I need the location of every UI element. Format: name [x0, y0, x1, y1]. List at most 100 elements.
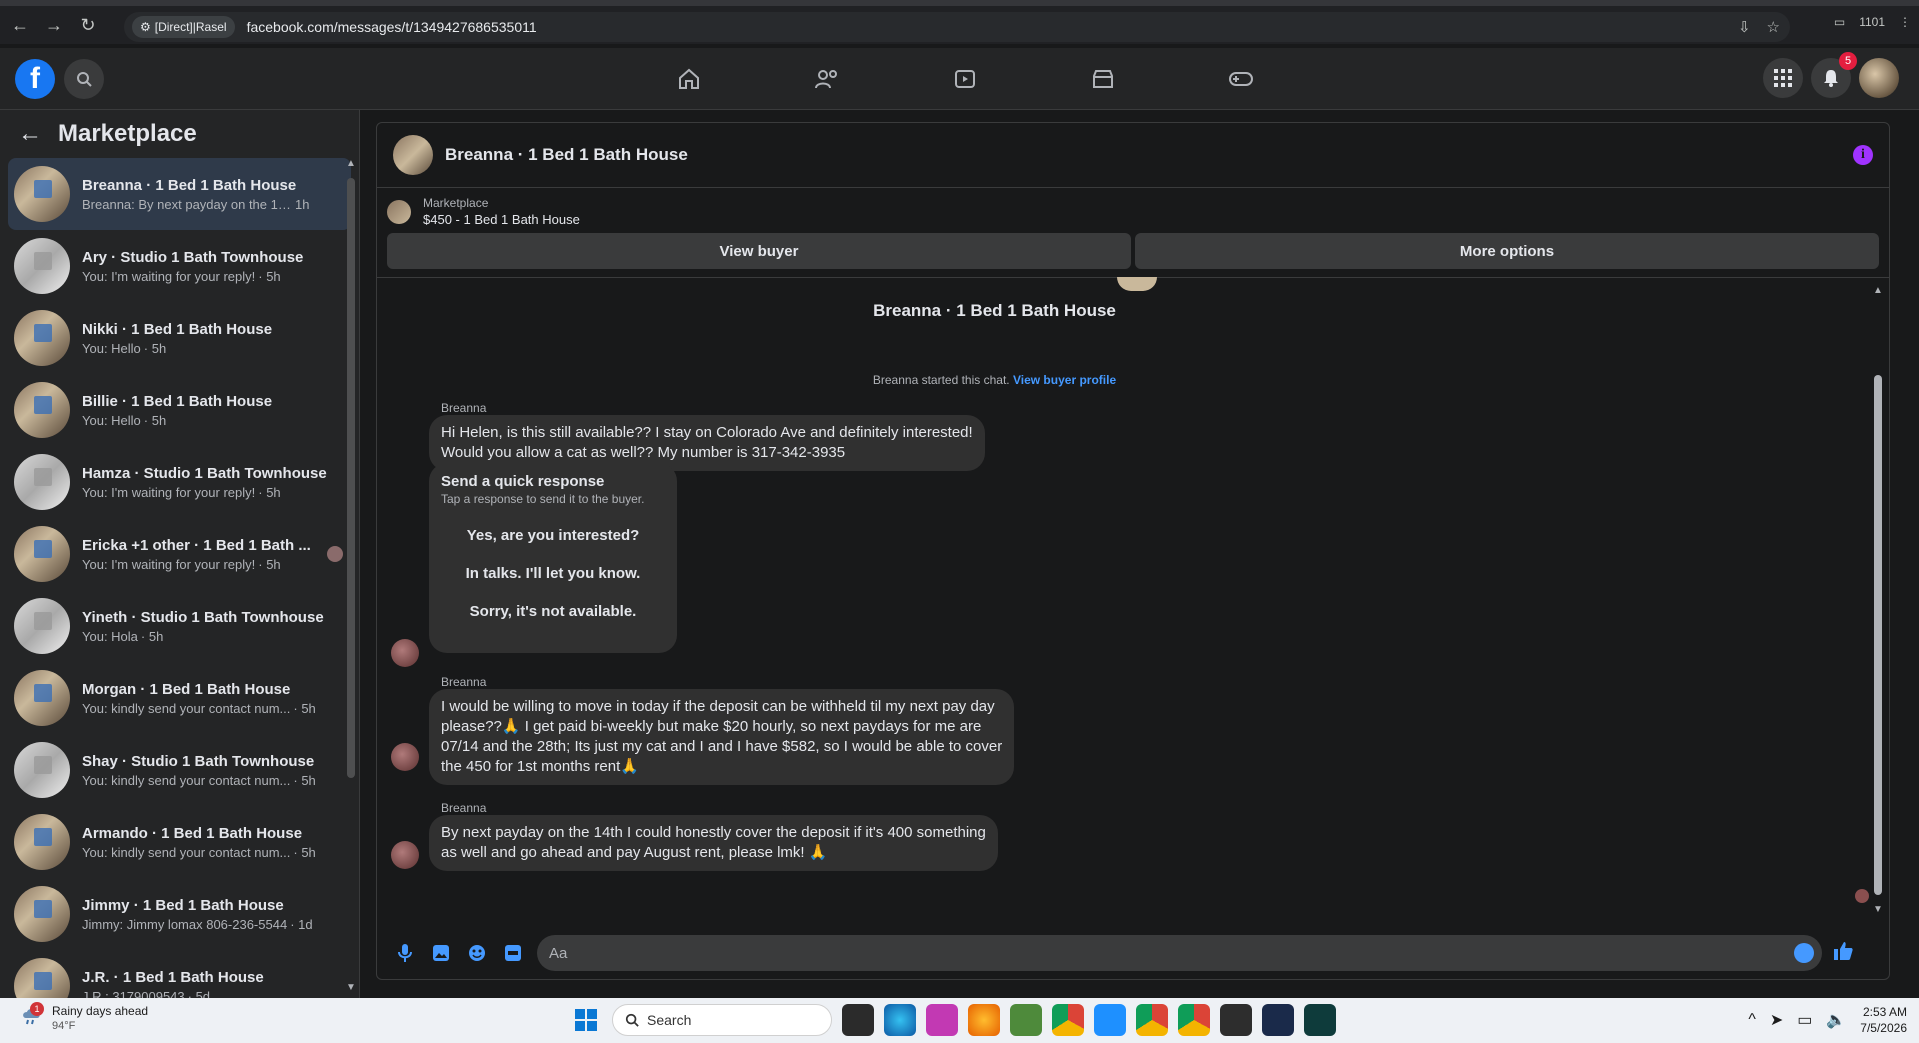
- conversation-snippet: You: kindly send your contact num...: [82, 772, 291, 788]
- extension-counter[interactable]: 1101: [1859, 15, 1885, 29]
- conversation-item[interactable]: Hamza · Studio 1 Bath Townhouse You: I'm …: [8, 446, 351, 518]
- search-icon: [625, 1013, 639, 1027]
- scroll-up-arrow[interactable]: ▲: [1873, 285, 1883, 296]
- menu-kebab-icon[interactable]: ⋮: [1899, 15, 1911, 29]
- facebook-logo[interactable]: f: [15, 59, 55, 99]
- message-input[interactable]: Aa: [537, 935, 1822, 971]
- conversation-sidebar: ← Marketplace Breanna · 1 Bed 1 Bath Hou…: [0, 110, 360, 998]
- buyer-avatar[interactable]: [391, 841, 419, 869]
- browser-toolbar: ← → ↻ ⚙ [Direct]|Rasel facebook.com/messa…: [0, 0, 1919, 44]
- buyer-avatar[interactable]: [391, 743, 419, 771]
- chrome-icon-2[interactable]: [1178, 1004, 1210, 1036]
- conversation-title: Yineth · Studio 1 Bath Townhouse: [82, 608, 324, 626]
- bell-icon[interactable]: 5: [1811, 52, 1857, 98]
- conversation-time: 1h: [295, 196, 310, 212]
- quick-response-option[interactable]: In talks. I'll let you know.: [441, 565, 665, 582]
- gif-icon[interactable]: [495, 935, 531, 971]
- conversation-item[interactable]: J.R. · 1 Bed 1 Bath House J.R.: 317900954…: [8, 950, 351, 998]
- conversation-snippet: Jimmy: Jimmy lomax 806-236-5544: [82, 916, 288, 932]
- firefox-icon[interactable]: [968, 1004, 1000, 1036]
- chat-scrollbar[interactable]: ▲ ▼: [1873, 285, 1883, 915]
- search-icon[interactable]: [64, 59, 104, 99]
- install-icon[interactable]: ⇩: [1738, 18, 1751, 36]
- sticker-icon[interactable]: [459, 935, 495, 971]
- view-buyer-profile-link[interactable]: View buyer profile: [1013, 373, 1116, 387]
- gaming-icon[interactable]: [1172, 48, 1310, 110]
- scroll-down-arrow[interactable]: ▼: [346, 982, 356, 993]
- chat-header-title[interactable]: Breanna · 1 Bed 1 Bath House: [445, 145, 688, 165]
- conversation-item[interactable]: Ericka +1 other · 1 Bed 1 Bath ... You: I…: [8, 518, 351, 590]
- edge-icon[interactable]: [884, 1004, 916, 1036]
- more-options-button[interactable]: More options: [1135, 233, 1879, 269]
- tab-search-icon[interactable]: ▭: [1834, 15, 1845, 29]
- forward-icon[interactable]: →: [40, 11, 68, 39]
- conversation-item[interactable]: Billie · 1 Bed 1 Bath House You: Hello · 5…: [8, 374, 351, 446]
- app-icon-counter-2[interactable]: [1304, 1004, 1336, 1036]
- conversation-time: · 5h: [293, 844, 316, 860]
- script-icon[interactable]: [1094, 1004, 1126, 1036]
- conversation-item[interactable]: Ary · Studio 1 Bath Townhouse You: I'm wa…: [8, 230, 351, 302]
- site-info-chip[interactable]: ⚙ [Direct]|Rasel: [132, 16, 235, 38]
- weather-widget[interactable]: 1 Rainy days ahead 94°F: [20, 1002, 148, 1034]
- reload-icon[interactable]: ↻: [74, 11, 102, 39]
- message-bubble[interactable]: I would be willing to move in today if t…: [429, 689, 1015, 785]
- task-view-icon[interactable]: [842, 1004, 874, 1036]
- chat-header-avatar[interactable]: [393, 135, 433, 175]
- tray-chevron-icon[interactable]: ^: [1748, 1011, 1756, 1029]
- conversation-item[interactable]: Yineth · Studio 1 Bath Townhouse You: Hol…: [8, 590, 351, 662]
- conversation-item[interactable]: Breanna · 1 Bed 1 Bath House Breanna: By …: [8, 158, 351, 230]
- address-bar[interactable]: ⚙ [Direct]|Rasel facebook.com/messages/t/…: [124, 12, 1790, 42]
- listing-avatar: [14, 238, 70, 294]
- friends-icon[interactable]: [758, 48, 896, 110]
- quick-response-option[interactable]: Sorry, it's not available.: [441, 603, 665, 620]
- conversation-snippet: You: Hello: [82, 340, 141, 356]
- scroll-up-arrow[interactable]: ▲: [346, 158, 356, 169]
- view-buyer-button[interactable]: View buyer: [387, 233, 1131, 269]
- chrome-profile-icon[interactable]: [1136, 1004, 1168, 1036]
- conversation-item[interactable]: Jimmy · 1 Bed 1 Bath House Jimmy: Jimmy l…: [8, 878, 351, 950]
- conversation-time: · 5h: [143, 412, 167, 428]
- message-bubble[interactable]: By next payday on the 14th I could hones…: [429, 815, 998, 871]
- app-icon-dark[interactable]: [1220, 1004, 1252, 1036]
- conversation-time: · 5h: [258, 556, 281, 572]
- conversation-item[interactable]: Shay · Studio 1 Bath Townhouse You: kindl…: [8, 734, 351, 806]
- menu-grid-icon[interactable]: [1763, 58, 1803, 98]
- info-icon[interactable]: i: [1853, 145, 1873, 165]
- chrome-icon[interactable]: [1052, 1004, 1084, 1036]
- listing-title[interactable]: $450 - 1 Bed 1 Bath House: [423, 212, 580, 227]
- emoji-icon[interactable]: [1794, 943, 1814, 963]
- volume-icon[interactable]: 🔈: [1826, 1010, 1846, 1030]
- listing-thumbnail[interactable]: [387, 199, 411, 224]
- url-text[interactable]: facebook.com/messages/t/1349427686535011: [247, 19, 537, 35]
- conversation-item[interactable]: Armando · 1 Bed 1 Bath House You: kindly …: [8, 806, 351, 878]
- chat-panel: Breanna · 1 Bed 1 Bath House i Marketpla…: [376, 122, 1890, 980]
- video-icon[interactable]: [896, 48, 1034, 110]
- home-icon[interactable]: [620, 48, 758, 110]
- photo-icon[interactable]: [423, 935, 459, 971]
- weather-badge: 1: [30, 1002, 44, 1016]
- back-arrow-icon[interactable]: ←: [18, 120, 42, 148]
- conversation-item[interactable]: Morgan · 1 Bed 1 Bath House You: kindly s…: [8, 662, 351, 734]
- conversation-snippet: You: I'm waiting for your reply!: [82, 268, 256, 284]
- scroll-down-arrow[interactable]: ▼: [1873, 904, 1883, 915]
- sidebar-scrollbar[interactable]: ▲ ▼: [346, 158, 356, 993]
- microphone-icon[interactable]: [387, 935, 423, 971]
- buyer-avatar[interactable]: [391, 639, 419, 667]
- thumbs-up-icon[interactable]: [1832, 940, 1854, 967]
- bookmark-star-icon[interactable]: ☆: [1767, 18, 1780, 36]
- snipping-tool-icon[interactable]: [926, 1004, 958, 1036]
- conversation-snippet: J.R.: 3179009543: [82, 988, 185, 999]
- profile-avatar[interactable]: [1859, 58, 1899, 98]
- marketplace-icon[interactable]: [1034, 48, 1172, 110]
- conversation-item[interactable]: Nikki · 1 Bed 1 Bath House You: Hello · 5h: [8, 302, 351, 374]
- app-icon-counter[interactable]: [1262, 1004, 1294, 1036]
- quick-response-option[interactable]: Yes, are you interested?: [441, 527, 665, 544]
- conversation-title: Ericka +1 other · 1 Bed 1 Bath ...: [82, 536, 311, 554]
- start-button[interactable]: [570, 1004, 602, 1036]
- taskbar-search[interactable]: Search: [612, 1004, 832, 1036]
- send-icon[interactable]: ➤: [1770, 1010, 1783, 1030]
- app-icon[interactable]: [1010, 1004, 1042, 1036]
- clock[interactable]: 2:53 AM 7/5/2026: [1860, 1004, 1907, 1036]
- back-icon[interactable]: ←: [6, 11, 34, 39]
- network-icon[interactable]: ▭: [1797, 1010, 1812, 1030]
